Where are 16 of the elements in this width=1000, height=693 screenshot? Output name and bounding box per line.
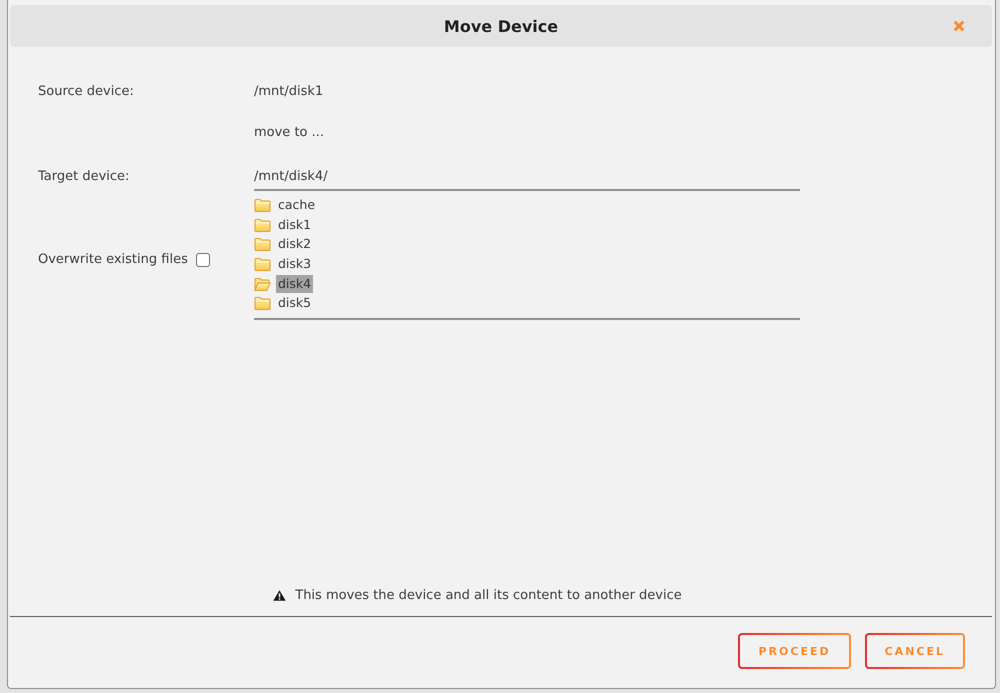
folder-item[interactable]: disk5 — [276, 294, 314, 312]
field-value: /mnt/disk1 — [254, 83, 324, 101]
checkbox-label: Overwrite existing files — [38, 250, 188, 269]
checkbox[interactable] — [196, 252, 210, 267]
folder-item[interactable]: disk3 — [276, 254, 314, 273]
field-label: Source device: — [38, 83, 134, 101]
dialog-title: Move Device — [444, 16, 558, 36]
folder-item[interactable]: cache — [276, 196, 318, 214]
field-label: Target device: — [38, 168, 130, 186]
path-field[interactable]: /mnt/disk4/ — [254, 162, 800, 191]
hint-text: move to ... — [254, 124, 324, 142]
folder-item[interactable]: disk1 — [276, 216, 314, 234]
folder-item[interactable]: disk4 — [276, 274, 314, 293]
folder-item[interactable]: disk2 — [276, 235, 314, 254]
warning-text: This moves the device and all its content to another device — [295, 588, 682, 602]
warning-icon — [273, 590, 286, 600]
